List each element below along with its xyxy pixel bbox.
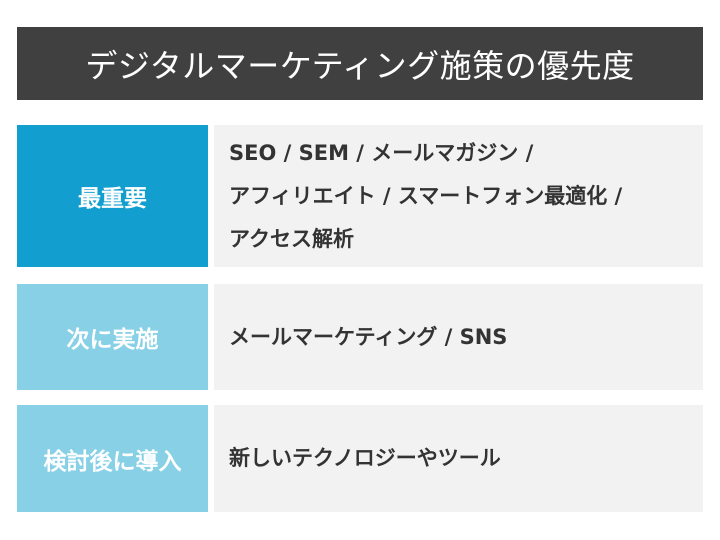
priority-label: 検討後に導入	[17, 405, 208, 512]
priority-row-top: 最重要 SEO / SEM / メールマガジン / アフィリエイト / スマート…	[17, 125, 703, 267]
priority-item-line: SEO / SEM / メールマガジン /	[229, 140, 534, 165]
priority-content: SEO / SEM / メールマガジン / アフィリエイト / スマートフォン最…	[214, 125, 703, 267]
priority-item-line: アフィリエイト / スマートフォン最適化 /	[229, 183, 623, 208]
priority-label: 次に実施	[17, 284, 208, 390]
priority-item-line: メールマーケティング / SNS	[229, 324, 508, 349]
priority-row-later: 検討後に導入 新しいテクノロジーやツール	[17, 405, 703, 512]
priority-item-line: アクセス解析	[229, 226, 354, 251]
priority-content: 新しいテクノロジーやツール	[214, 405, 703, 512]
page-title: デジタルマーケティング施策の優先度	[17, 27, 703, 100]
priority-item-line: 新しいテクノロジーやツール	[229, 446, 501, 470]
priority-row-next: 次に実施 メールマーケティング / SNS	[17, 284, 703, 390]
priority-content: メールマーケティング / SNS	[214, 284, 703, 390]
priority-label: 最重要	[17, 125, 208, 267]
